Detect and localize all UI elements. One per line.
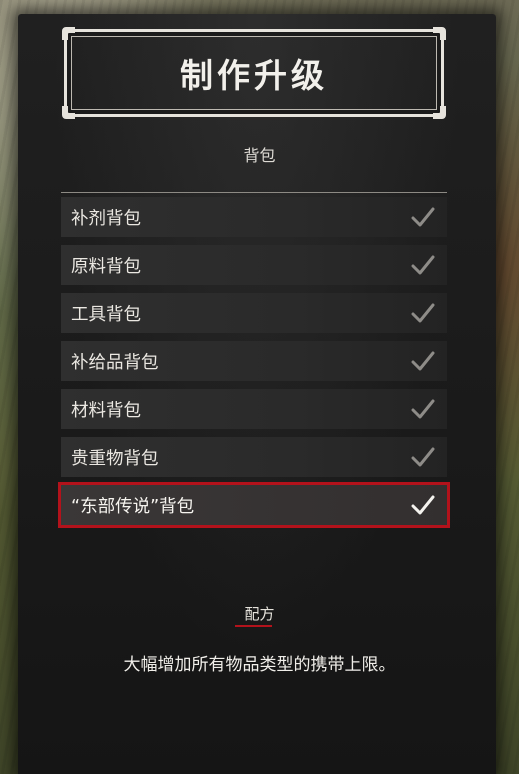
upgrade-list: 补剂背包 原料背包 工具背包 补给品背包 材料背包 贵重物背包 “东部传说”背包 (58, 197, 450, 533)
upgrade-item-kit-satchel[interactable]: 工具背包 (61, 293, 447, 333)
upgrade-item-provisions-satchel[interactable]: 补给品背包 (61, 341, 447, 381)
upgrade-item-ingredients-satchel[interactable]: 原料背包 (61, 245, 447, 285)
page-title: 制作升级 (180, 56, 328, 95)
check-icon (411, 351, 435, 371)
recipe-underline (235, 625, 272, 627)
upgrade-item-label: 工具背包 (71, 304, 141, 325)
upgrade-item-valuables-satchel[interactable]: 贵重物背包 (61, 437, 447, 477)
check-icon (411, 447, 435, 467)
corner-ornament-icon (433, 106, 446, 119)
check-icon (411, 495, 435, 515)
corner-ornament-icon (433, 27, 446, 40)
check-icon (411, 399, 435, 419)
category-subtitle: 背包 (243, 146, 276, 165)
upgrade-item-label: 贵重物背包 (71, 448, 159, 469)
corner-ornament-icon (62, 106, 75, 119)
header-divider (61, 192, 447, 193)
recipe-description: 大幅增加所有物品类型的携带上限。 (123, 655, 396, 675)
corner-ornament-icon (62, 27, 75, 40)
upgrade-item-legend-of-the-east-satchel[interactable]: “东部传说”背包 (58, 482, 450, 528)
title-frame: 制作升级 (62, 27, 446, 119)
upgrade-item-materials-satchel[interactable]: 材料背包 (61, 389, 447, 429)
upgrade-item-label: “东部传说”背包 (71, 496, 195, 517)
upgrade-item-label: 补剂背包 (71, 208, 141, 229)
check-icon (411, 303, 435, 323)
upgrade-item-label: 原料背包 (71, 256, 141, 277)
check-icon (411, 207, 435, 227)
upgrade-item-label: 补给品背包 (71, 352, 159, 373)
recipe-heading: 配方 (244, 605, 275, 623)
check-icon (411, 255, 435, 275)
upgrade-item-label: 材料背包 (71, 400, 141, 421)
upgrade-item-supplement-satchel[interactable]: 补剂背包 (61, 197, 447, 237)
